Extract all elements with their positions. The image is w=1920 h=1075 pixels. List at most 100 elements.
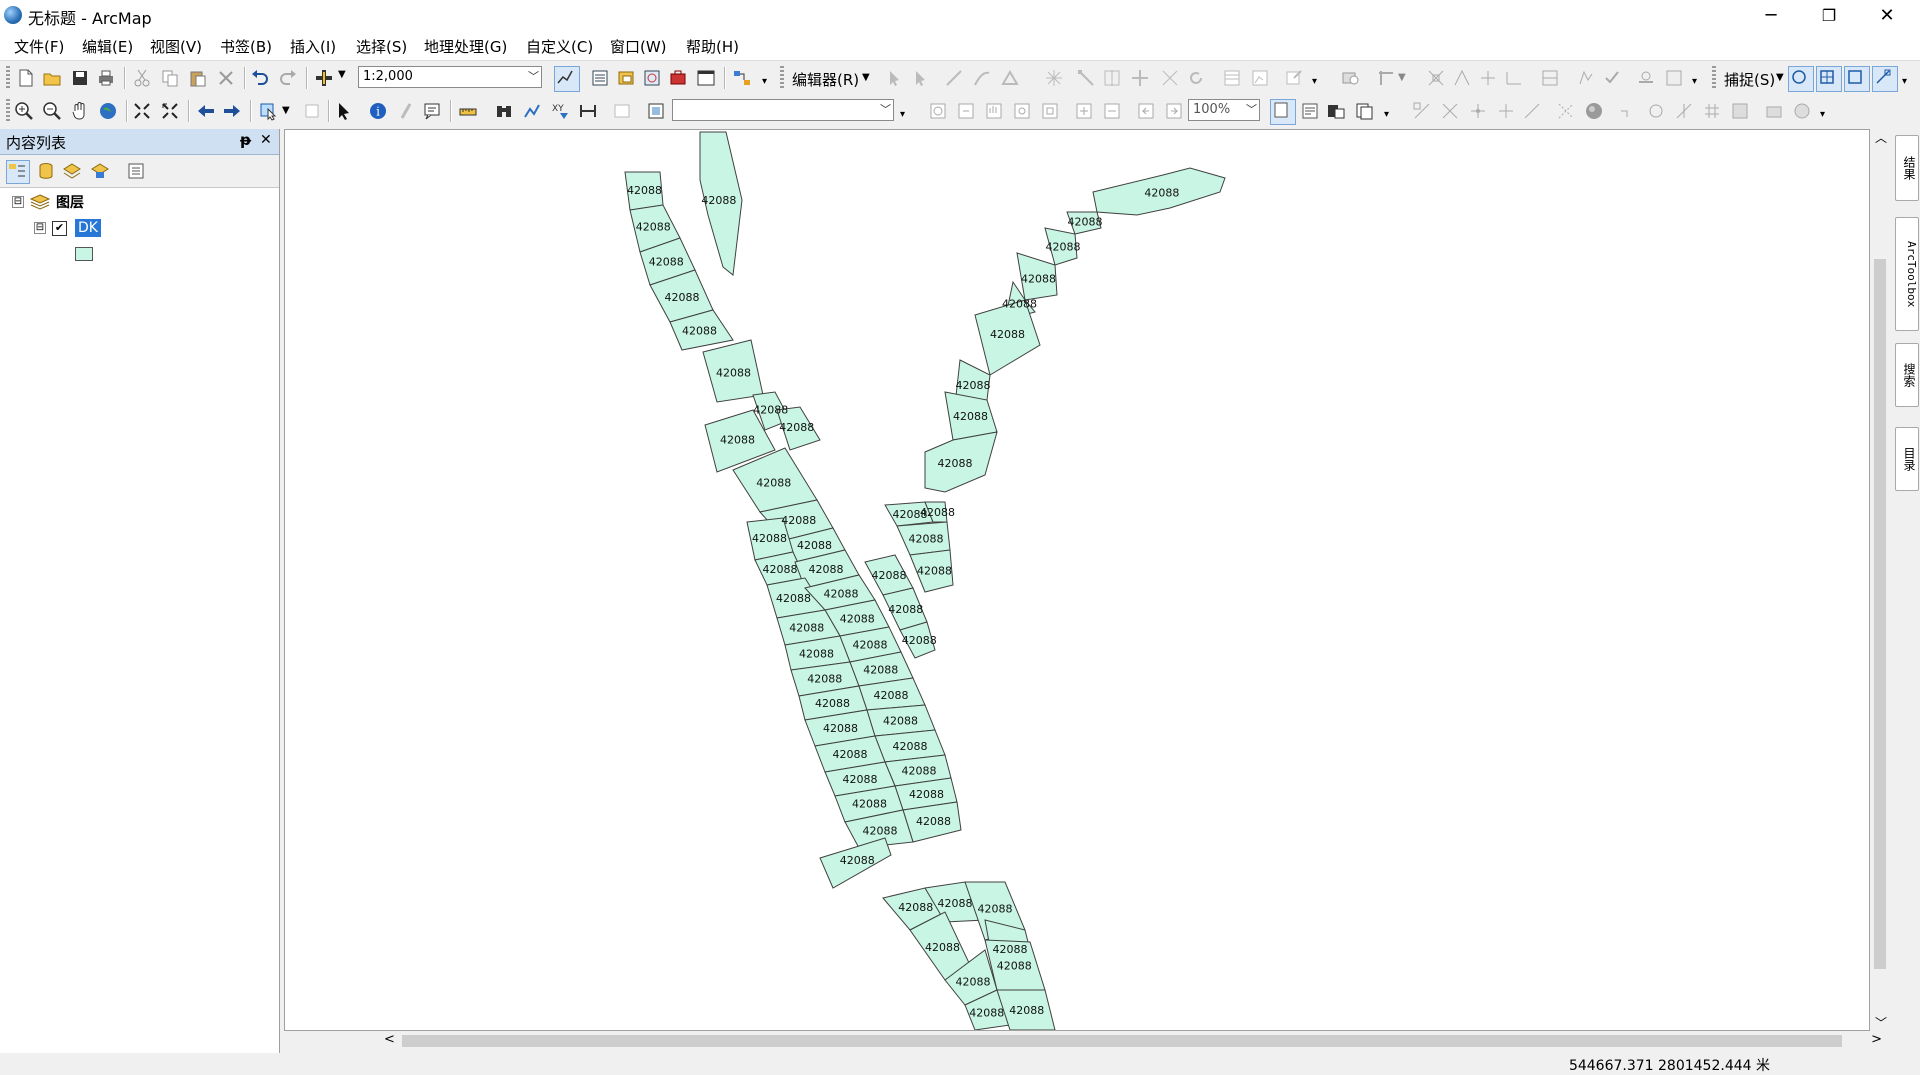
model-builder-icon[interactable] xyxy=(732,68,752,88)
menu-insert[interactable]: 插入(I) xyxy=(290,36,336,57)
hyperlink-icon[interactable] xyxy=(396,101,416,121)
validate-icon[interactable] xyxy=(1602,68,1622,88)
full-extent-globe-icon[interactable] xyxy=(98,101,118,121)
measure-icon[interactable] xyxy=(458,101,478,121)
rotate-icon[interactable] xyxy=(1186,68,1206,88)
scroll-left-icon[interactable]: < xyxy=(384,1032,395,1047)
menu-edit[interactable]: 编辑(E) xyxy=(82,36,133,57)
list-by-source-icon[interactable] xyxy=(36,161,56,181)
menu-selection[interactable]: 选择(S) xyxy=(356,36,407,57)
attributes-icon[interactable] xyxy=(1222,68,1242,88)
network-analyst-icon[interactable] xyxy=(1618,101,1638,121)
back-arrow-icon[interactable] xyxy=(196,101,216,121)
identify-icon[interactable]: i xyxy=(368,101,388,121)
catalog-icon[interactable] xyxy=(616,68,636,88)
dimension-icon[interactable] xyxy=(1504,68,1524,88)
delete-icon[interactable] xyxy=(216,68,236,88)
dk-layer-row[interactable]: ⊟ ✔ DK xyxy=(34,217,101,239)
cogo-icon[interactable] xyxy=(1452,68,1472,88)
paste-icon[interactable] xyxy=(188,68,208,88)
raster-icon[interactable] xyxy=(1730,101,1750,121)
select-dropdown-icon[interactable]: ▼ xyxy=(282,105,290,116)
add-data-icon[interactable] xyxy=(314,68,334,88)
toc-close-icon[interactable]: ✕ xyxy=(260,132,272,148)
spatial-analyst-icon[interactable] xyxy=(1674,101,1694,121)
layout-zoom-out-icon[interactable] xyxy=(956,101,976,121)
cut-polygons-icon[interactable] xyxy=(1102,68,1122,88)
trace-icon[interactable] xyxy=(972,68,992,88)
tracking-icon[interactable] xyxy=(1646,101,1666,121)
menu-geoprocessing[interactable]: 地理处理(G) xyxy=(424,36,507,57)
layout-zoom-combo[interactable]: 100% ﹀ xyxy=(1188,99,1260,121)
save-icon[interactable] xyxy=(70,68,90,88)
create-features-icon[interactable] xyxy=(1284,68,1304,88)
cut-icon[interactable] xyxy=(132,68,152,88)
pin-icon[interactable]: ᵽ xyxy=(240,131,251,149)
topology-icon[interactable] xyxy=(1376,68,1396,88)
scroll-up-icon[interactable]: ︿ xyxy=(1875,129,1887,146)
pan-hand-icon[interactable] xyxy=(70,101,90,121)
effects-icon[interactable] xyxy=(1664,68,1684,88)
edit-tool-icon[interactable] xyxy=(884,68,904,88)
align-icon[interactable] xyxy=(1468,101,1488,121)
3d-analyst-icon[interactable] xyxy=(1556,101,1576,121)
point-snapping-icon[interactable] xyxy=(1788,66,1814,92)
menu-file[interactable]: 文件(F) xyxy=(14,36,64,57)
minimize-button[interactable]: ─ xyxy=(1748,0,1794,30)
split-tool-icon[interactable] xyxy=(1130,68,1150,88)
fixed-zoom-in-icon[interactable] xyxy=(132,101,152,121)
distribute-icon[interactable] xyxy=(1496,101,1516,121)
fixed-zoom-out-layout-icon[interactable] xyxy=(1102,101,1122,121)
representation-icon[interactable] xyxy=(1636,68,1656,88)
edit-annotation-icon[interactable] xyxy=(910,68,930,88)
add-data-dropdown-icon[interactable]: ▼ xyxy=(338,69,346,80)
go-back-extent-icon[interactable] xyxy=(1136,101,1156,121)
search-window-icon[interactable] xyxy=(642,68,662,88)
vertical-scroll-thumb[interactable] xyxy=(1874,259,1886,969)
list-by-visibility-icon[interactable] xyxy=(62,161,82,181)
layer-combo[interactable]: ﹀ xyxy=(672,99,894,121)
python-window-icon[interactable] xyxy=(696,68,716,88)
search-tab[interactable]: 搜索 xyxy=(1895,343,1919,407)
parcel-tool-icon[interactable] xyxy=(1478,68,1498,88)
list-by-drawing-order-icon[interactable] xyxy=(6,160,30,184)
drawing-tools-icon[interactable] xyxy=(1412,101,1432,121)
copy-icon[interactable] xyxy=(160,68,180,88)
results-tab[interactable]: 结果 xyxy=(1895,135,1919,201)
zoom-out-icon[interactable] xyxy=(42,101,62,121)
go-forward-extent-icon[interactable] xyxy=(1164,101,1184,121)
geostatistical-icon[interactable] xyxy=(1764,101,1784,121)
horizontal-scrollbar[interactable]: < > xyxy=(284,1031,1890,1051)
vertical-scrollbar[interactable]: ︿ ﹀ xyxy=(1870,129,1890,1031)
layer-visibility-checkbox[interactable]: ✔ xyxy=(52,220,67,236)
zoom-whole-page-icon[interactable] xyxy=(1012,101,1032,121)
open-folder-icon[interactable] xyxy=(42,68,62,88)
edge-snapping-icon[interactable] xyxy=(1872,66,1898,92)
focus-data-frame-icon[interactable] xyxy=(1300,101,1320,121)
close-button[interactable]: ✕ xyxy=(1864,0,1910,30)
select-features-icon[interactable] xyxy=(258,101,278,121)
vertex-snapping-icon[interactable] xyxy=(1844,66,1870,92)
undo-icon[interactable] xyxy=(250,68,270,88)
snapping-menu[interactable]: 捕捉(S) xyxy=(1724,69,1775,90)
parcel-map[interactable]: 42088 42088 42088 42088 42088 42088 42088 42088… xyxy=(285,130,1869,1030)
toolbar-grip[interactable] xyxy=(780,66,784,90)
data-driven-pages-toolbar-icon[interactable] xyxy=(1354,101,1374,121)
toolbar-grip[interactable] xyxy=(6,99,10,123)
layout-pan-icon[interactable] xyxy=(984,101,1004,121)
construction-tools-icon[interactable] xyxy=(1000,68,1020,88)
collapse-icon[interactable]: ⊟ xyxy=(12,196,24,208)
fixed-zoom-in-layout-icon[interactable] xyxy=(1074,101,1094,121)
menu-view[interactable]: 视图(V) xyxy=(150,36,202,57)
toc-options-icon[interactable] xyxy=(126,161,146,181)
arctoolbox-tab[interactable]: ArcToolbox xyxy=(1895,217,1919,331)
map-view[interactable]: 42088 42088 42088 42088 42088 42088 42088 42088… xyxy=(284,129,1870,1045)
toggle-draft-mode-icon[interactable] xyxy=(1270,99,1296,125)
zoom-100-icon[interactable] xyxy=(1040,101,1060,121)
menu-bookmarks[interactable]: 书签(B) xyxy=(220,36,272,57)
sketch-properties-icon[interactable] xyxy=(1250,68,1270,88)
clear-selection-icon[interactable] xyxy=(302,101,322,121)
redo-icon[interactable] xyxy=(278,68,298,88)
spatial-adjust-icon[interactable] xyxy=(1426,68,1446,88)
split-line-icon[interactable] xyxy=(1160,68,1180,88)
